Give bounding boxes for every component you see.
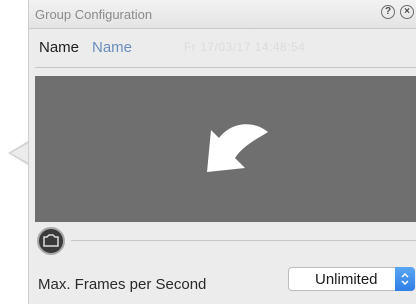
camera-icon xyxy=(43,234,59,247)
curved-arrow-icon xyxy=(207,124,268,172)
stage: Group Configuration ? × Name Name Fr 17/… xyxy=(0,0,416,304)
name-timestamp: Fr 17/03/17 14:48:54 xyxy=(184,40,306,54)
divider xyxy=(35,67,416,68)
chevron-up-down-icon xyxy=(401,272,409,286)
fps-select[interactable]: Unlimited xyxy=(288,267,415,291)
fps-select-value: Unlimited xyxy=(315,271,378,288)
titlebar: Group Configuration ? × xyxy=(29,0,416,29)
group-configuration-panel: Group Configuration ? × Name Name Fr 17/… xyxy=(28,0,416,304)
help-icon[interactable]: ? xyxy=(381,5,395,19)
name-label: Name xyxy=(39,39,80,56)
camera-preview[interactable] xyxy=(35,76,416,222)
fps-row: Max. Frames per Second Unlimited xyxy=(29,260,416,300)
divider xyxy=(71,240,416,241)
window-title: Group Configuration xyxy=(35,7,153,22)
preview-controls xyxy=(29,224,416,255)
popover-pointer-fill xyxy=(11,143,29,163)
name-row: Name Name Fr 17/03/17 14:48:54 xyxy=(29,30,416,66)
camera-button[interactable] xyxy=(37,227,65,255)
fps-label: Max. Frames per Second xyxy=(38,276,207,293)
stepper-icon[interactable] xyxy=(395,267,415,291)
close-icon[interactable]: × xyxy=(400,5,414,19)
name-field[interactable]: Name xyxy=(92,39,132,56)
